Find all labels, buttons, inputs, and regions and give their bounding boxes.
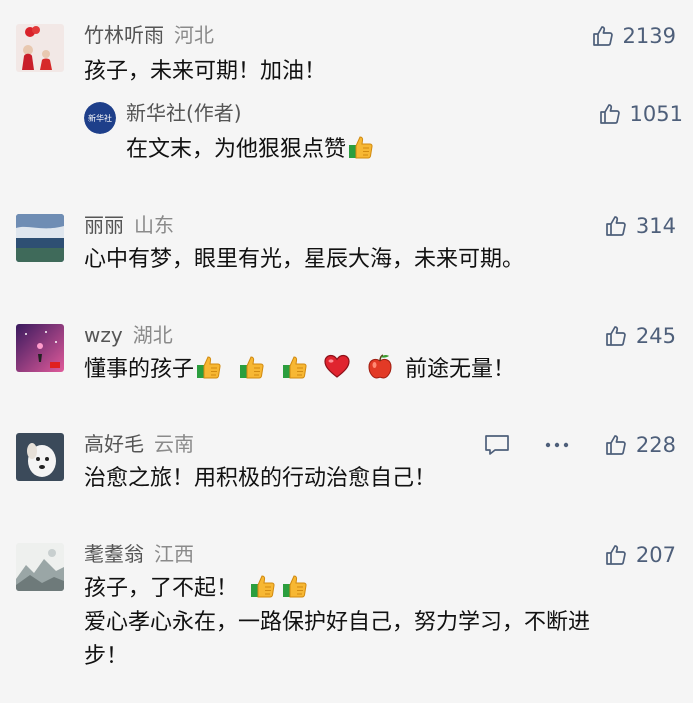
- like-count: 1051: [629, 102, 683, 126]
- comment-header: wzy 湖北: [84, 322, 173, 348]
- username[interactable]: 高好毛: [84, 432, 144, 456]
- location: 江西: [154, 542, 194, 566]
- like-button[interactable]: 1051: [598, 100, 683, 128]
- thumbs-up-emoji-icon: [237, 352, 265, 380]
- reply-text-content: 在文末，为他狠狠点赞: [126, 137, 347, 162]
- like-count: 314: [635, 214, 676, 238]
- location: 山东: [134, 213, 174, 237]
- comment-header: 高好毛 云南: [84, 431, 194, 457]
- avatar[interactable]: [16, 433, 64, 481]
- like-count: 2139: [622, 24, 676, 48]
- like-count: 207: [635, 543, 676, 567]
- comment-text-line: 爱心孝心永在，一路保护好自己，努力学习，不断进: [84, 610, 591, 635]
- more-button[interactable]: [544, 431, 570, 459]
- location: 云南: [154, 432, 194, 456]
- reply-text: 在文末，为他狠狠点赞: [126, 132, 378, 168]
- apple-emoji-icon: [366, 352, 394, 380]
- comment-text: 懂事的孩子 前途无量！: [84, 352, 515, 388]
- location: 河北: [174, 23, 214, 47]
- thumbs-up-emoji-icon: [280, 571, 308, 599]
- comment-text: 孩子，未来可期！加油！: [84, 59, 327, 84]
- thumbs-up-icon: [604, 433, 628, 457]
- comment-header: 耄耋翁 江西: [84, 541, 194, 567]
- thumbs-up-icon: [604, 214, 628, 238]
- like-button[interactable]: 314: [604, 212, 676, 240]
- avatar[interactable]: [16, 543, 64, 591]
- username[interactable]: 丽丽: [84, 213, 124, 237]
- more-icon: [545, 442, 569, 448]
- comment-text-line: 步！: [84, 644, 129, 669]
- comment-text-end: 前途无量！: [405, 357, 516, 382]
- heart-emoji-icon: [323, 352, 351, 380]
- thumbs-up-emoji-icon: [280, 352, 308, 380]
- avatar[interactable]: [16, 324, 64, 372]
- comment-text-start: 孩子，了不起！: [84, 576, 239, 601]
- like-count: 228: [635, 433, 676, 457]
- thumbs-up-icon: [604, 324, 628, 348]
- thumbs-up-emoji-icon: [346, 132, 374, 160]
- like-count: 245: [635, 324, 676, 348]
- comment-header: 竹林听雨 河北: [84, 22, 214, 48]
- username[interactable]: wzy: [84, 323, 123, 347]
- avatar[interactable]: [16, 214, 64, 262]
- reply-header: 新华社(作者): [126, 100, 242, 126]
- comment-icon: [485, 435, 509, 455]
- like-button[interactable]: 228: [604, 431, 676, 459]
- thumbs-up-icon: [604, 543, 628, 567]
- comment-text-start: 懂事的孩子: [84, 357, 195, 382]
- thumbs-up-icon: [598, 102, 622, 126]
- comment-header: 丽丽 山东: [84, 212, 174, 238]
- username[interactable]: 耄耋翁: [84, 542, 144, 566]
- avatar-logo-text: 新华社: [88, 113, 112, 123]
- comment-text: 治愈之旅！用积极的行动治愈自己！: [84, 466, 437, 491]
- username[interactable]: 竹林听雨: [84, 23, 164, 47]
- comment-text-line: 孩子，了不起！: [84, 571, 312, 607]
- location: 湖北: [132, 323, 173, 347]
- username[interactable]: 新华社(作者): [126, 101, 242, 125]
- avatar[interactable]: [16, 24, 64, 72]
- like-button[interactable]: 207: [604, 541, 676, 569]
- like-button[interactable]: 245: [604, 322, 676, 350]
- thumbs-up-emoji-icon: [194, 352, 222, 380]
- comment-button[interactable]: [484, 431, 510, 459]
- xinhua-avatar[interactable]: 新华社: [84, 102, 116, 134]
- like-button[interactable]: 2139: [591, 22, 676, 50]
- thumbs-up-icon: [591, 24, 615, 48]
- thumbs-up-emoji-icon: [248, 571, 276, 599]
- comment-text: 心中有梦，眼里有光，星辰大海，未来可期。: [84, 247, 525, 272]
